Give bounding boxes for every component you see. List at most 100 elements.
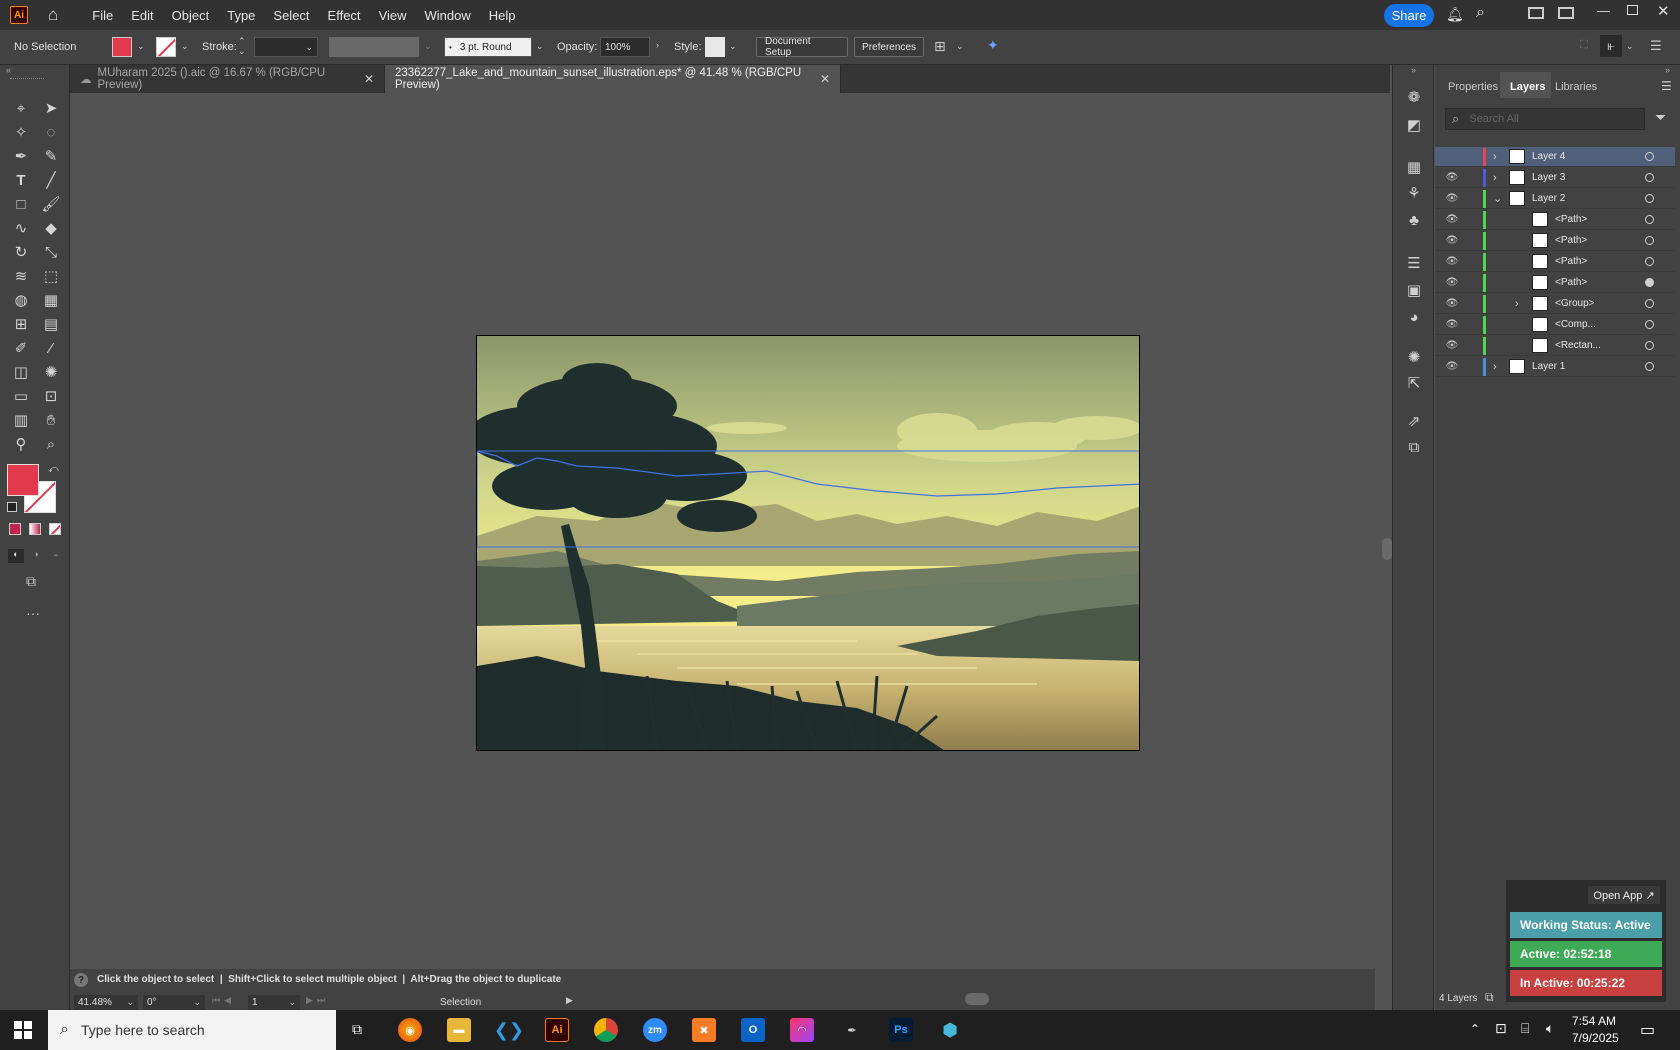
pen-tool-icon[interactable]: ✒	[8, 145, 34, 167]
visibility-eye-icon[interactable]: 👁︎	[1445, 361, 1459, 372]
clock-time[interactable]: 7:54 AM	[1572, 1014, 1616, 1028]
artboard[interactable]	[476, 335, 1140, 751]
target-icon[interactable]	[1645, 320, 1654, 329]
blend-tool-icon[interactable]: ◫	[8, 361, 34, 383]
graphic-styles-panel-icon[interactable]: ◩	[1404, 115, 1424, 135]
none-mode-button[interactable]	[49, 523, 61, 535]
panel-menu-icon[interactable]: ☰	[1661, 79, 1672, 93]
sublayer-row[interactable]: 👁︎ <Comp...	[1435, 315, 1675, 335]
maximize-icon[interactable]	[1627, 5, 1638, 15]
target-icon[interactable]	[1645, 215, 1654, 224]
panel-toggle-dropdown-icon[interactable]: ⌄	[1626, 41, 1634, 52]
visibility-eye-icon[interactable]: 👁︎	[1445, 319, 1459, 330]
artboard-next-icons[interactable]: ▶⏭	[306, 995, 329, 1006]
variable-width-profile[interactable]	[329, 37, 419, 57]
target-icon[interactable]	[1645, 278, 1654, 287]
asset-export-panel-icon[interactable]: ⇱	[1404, 373, 1424, 393]
chevron-right-icon[interactable]: ›	[1493, 151, 1497, 163]
open-app-button[interactable]: Open App ↗	[1588, 886, 1660, 904]
canvas-area[interactable]	[70, 93, 1392, 969]
menu-effect[interactable]: Effect	[328, 8, 361, 23]
artboard-tool-icon[interactable]: ▭	[8, 385, 34, 407]
magic-wand-tool-icon[interactable]: ✧	[8, 121, 34, 143]
artboards-panel-icon[interactable]: ⧉	[1404, 437, 1424, 457]
eyedropper-tool-icon[interactable]: ✐	[8, 337, 34, 359]
chrome-icon[interactable]	[594, 1018, 618, 1042]
stroke-dropdown-icon[interactable]: ⌄	[181, 41, 189, 52]
layer-row[interactable]: 👁︎ ⌄ Layer 2	[1435, 189, 1675, 209]
layer-row[interactable]: 👁︎ › Layer 1	[1435, 357, 1675, 377]
mesh-tool-icon[interactable]: ⊞	[8, 313, 34, 335]
brush-dropdown-icon[interactable]: ⌄	[536, 41, 544, 52]
hand-tool-icon[interactable]: ✋︎	[38, 409, 64, 431]
network-icon[interactable]: ⌸	[1521, 1020, 1529, 1037]
minimize-icon[interactable]: —	[1597, 3, 1610, 18]
target-icon[interactable]	[1645, 152, 1654, 161]
collect-for-export-icon[interactable]: ⧉	[1485, 990, 1494, 1005]
photoshop-icon[interactable]: Ps	[889, 1018, 913, 1042]
document-setup-button[interactable]: Document Setup	[756, 36, 848, 58]
menu-view[interactable]: View	[379, 8, 407, 23]
sublayer-row[interactable]: 👁︎ <Path>	[1435, 273, 1675, 293]
xampp-icon[interactable]: ✖	[692, 1018, 716, 1042]
workspace-icon[interactable]	[1558, 7, 1574, 19]
sublayer-row[interactable]: 👁︎ <Path>	[1435, 210, 1675, 230]
scale-tool-icon[interactable]: ⤡	[38, 241, 64, 263]
tool-menu-icon[interactable]: ▶	[566, 995, 573, 1006]
sublayer-row[interactable]: 👁︎ › <Group>	[1435, 294, 1675, 314]
rotate-tool-icon[interactable]: ↻	[8, 241, 34, 263]
opacity-field[interactable]: 100%	[600, 37, 650, 57]
target-icon[interactable]	[1645, 341, 1654, 350]
pen-app-icon[interactable]: ✒	[840, 1018, 864, 1042]
stroke-swatch[interactable]	[156, 37, 176, 57]
collapse-toolbar-icon[interactable]: «	[6, 65, 11, 75]
rectangle-tool-icon[interactable]: □	[8, 193, 34, 215]
layer-name[interactable]: Layer 4	[1532, 151, 1565, 162]
tab-close-icon[interactable]: ✕	[820, 72, 830, 86]
color-mode-button[interactable]	[9, 523, 21, 535]
visibility-eye-icon[interactable]: 👁︎	[1445, 172, 1459, 183]
creative-cloud-icon[interactable]: ◠	[790, 1018, 814, 1042]
expand-panels-icon[interactable]: »	[1411, 65, 1416, 75]
target-icon[interactable]	[1645, 362, 1654, 371]
target-icon[interactable]	[1645, 257, 1654, 266]
vertical-scrollbar-thumb[interactable]	[1382, 538, 1392, 560]
app-icon[interactable]: ⬢	[938, 1018, 962, 1042]
help-icon[interactable]: ?	[74, 973, 88, 987]
chevron-right-icon[interactable]: ›	[1493, 361, 1497, 373]
tab-properties[interactable]: Properties	[1448, 81, 1498, 93]
puppet-warp-tool-icon[interactable]: ⚲	[8, 433, 34, 455]
layer-row[interactable]: 👁︎ › Layer 3	[1435, 168, 1675, 188]
swatches-panel-icon[interactable]: ▦	[1404, 157, 1424, 177]
menu-window[interactable]: Window	[425, 8, 471, 23]
visibility-eye-icon[interactable]: 👁︎	[1445, 340, 1459, 351]
visibility-eye-icon[interactable]: 👁︎	[1445, 256, 1459, 267]
eraser-tool-icon[interactable]: ◆	[38, 217, 64, 239]
profile-dropdown-icon[interactable]: ⌄	[424, 41, 432, 52]
filter-icon[interactable]: ⏷	[1655, 109, 1666, 126]
free-transform-tool-icon[interactable]: ⬚	[38, 265, 64, 287]
export-panel-icon[interactable]: ⇗	[1404, 411, 1424, 431]
measure-tool-icon[interactable]: ⁄	[38, 337, 64, 359]
symbol-sprayer-tool-icon[interactable]: ✺	[38, 361, 64, 383]
graphic-style-swatch[interactable]	[705, 37, 725, 57]
windows-start-icon[interactable]	[14, 1021, 32, 1039]
panel-toggle-icon[interactable]: ⫦	[1600, 35, 1622, 57]
recolor-icon[interactable]: ✦	[987, 37, 999, 54]
curvature-tool-icon[interactable]: ✎	[38, 145, 64, 167]
arrange-icon[interactable]: ⛶	[1580, 39, 1588, 52]
tab-muharam[interactable]: ☁ MUharam 2025 ().aic @ 16.67 % (RGB/CPU…	[70, 65, 385, 93]
stroke-panel-icon[interactable]: ☰	[1404, 253, 1424, 273]
screen-mode-icon[interactable]: ⧉	[26, 573, 36, 590]
fill-dropdown-icon[interactable]: ⌄	[137, 41, 145, 52]
align-icon[interactable]: ⊞	[934, 38, 946, 55]
gradient-mode-button[interactable]	[29, 523, 41, 535]
preferences-button[interactable]: Preferences	[854, 37, 924, 57]
menu-help[interactable]: Help	[489, 8, 516, 23]
tab-close-icon[interactable]: ✕	[364, 72, 374, 86]
layer-name[interactable]: <Path>	[1555, 256, 1587, 267]
appearance-panel-icon[interactable]: ❁	[1404, 87, 1424, 107]
rotation-field[interactable]: 0° ⌄	[143, 995, 205, 1010]
layer-row[interactable]: › Layer 4	[1435, 147, 1675, 167]
menu-select[interactable]: Select	[273, 8, 309, 23]
